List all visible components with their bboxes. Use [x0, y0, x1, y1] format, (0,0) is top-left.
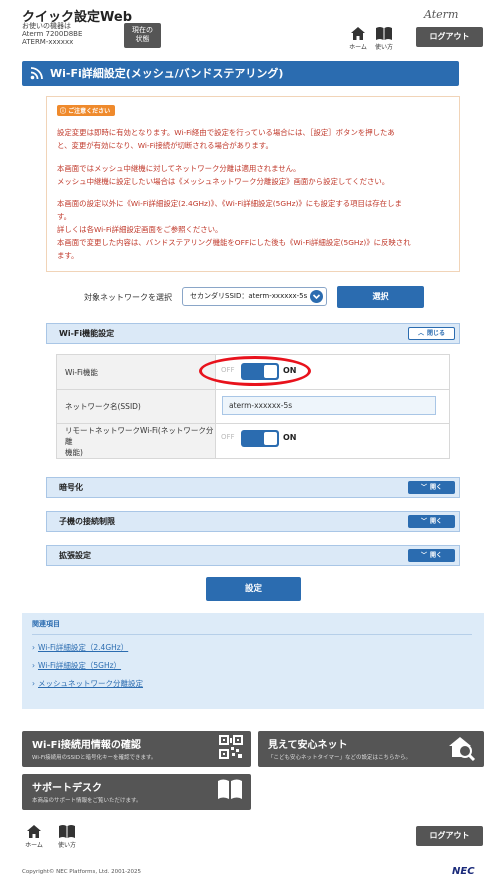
panel-open-button[interactable]: ﹀ 開く [408, 481, 455, 494]
panel-open-button[interactable]: ﹀ 開く [408, 515, 455, 528]
chevron-down-icon: ﹀ [420, 484, 427, 491]
book-icon [218, 779, 242, 799]
help-button[interactable]: 使い方 [372, 26, 396, 51]
divider [32, 634, 472, 635]
footer-home-button[interactable]: ホーム [22, 824, 46, 849]
notice-badge: ⓘ ご注意ください [57, 105, 116, 116]
notice-line: 本画面で変更した内容は、バンドステアリング機能をOFFにした後も《Wi-Fi詳細… [57, 238, 411, 247]
brand-logo: Aterm [424, 8, 459, 21]
home-search-icon [449, 737, 476, 761]
chevron-down-icon: ﹀ [420, 552, 427, 559]
related-link-wifi-5ghz[interactable]: › Wi-Fi詳細設定（5GHz） [32, 660, 121, 671]
notice-box: ⓘ ご注意ください 設定変更は即時に有効となります。Wi-Fi経由で設定を行って… [46, 96, 460, 272]
qr-code-icon [219, 735, 243, 759]
notice-line: と、変更が有効になり、Wi-Fi接続が切断される場合があります。 [57, 141, 273, 150]
section-title-bar: Wi-Fi詳細設定(メッシュ/バンドステアリング) [22, 61, 459, 86]
related-title: 関連項目 [32, 620, 60, 628]
book-icon [59, 825, 75, 838]
ssid-label: ネットワーク名(SSID) [56, 389, 216, 424]
panel-open-button[interactable]: ﹀ 開く [408, 549, 455, 562]
related-link-wifi-24ghz[interactable]: › Wi-Fi詳細設定（2.4GHz） [32, 642, 128, 653]
network-select[interactable]: セカンダリSSID：aterm-xxxxxx-5s [182, 287, 327, 306]
header: クイック設定Web お使いの機器は Aterm 7200D8BE ATERM-x… [0, 0, 500, 56]
nec-logo: NEC [452, 866, 475, 877]
footer-help-button[interactable]: 使い方 [55, 824, 79, 849]
bullet-icon: › [32, 679, 35, 688]
section-title: Wi-Fi詳細設定(メッシュ/バンドステアリング) [50, 67, 284, 80]
mieteanshin-net-card[interactable]: 見えて安心ネット 「こども安心ネットタイマー」などの設定はこちらから。 [258, 731, 484, 767]
notice-line: 本画面ではメッシュ中継機に対してネットワーク分離は適用されません。 [57, 164, 301, 173]
panel-title: Wi-Fi機能設定 [59, 329, 115, 338]
panel-close-button[interactable]: ︿ 閉じる [408, 327, 455, 340]
notice-line: 本画面の設定以外に《Wi-Fi詳細設定(2.4GHz)》、《Wi-Fi詳細設定(… [57, 199, 402, 208]
notice-line: メッシュ中継機に設定したい場合は《メッシュネットワーク分離設定》画面から設定して… [57, 177, 390, 186]
related-link-mesh-isolation[interactable]: › メッシュネットワーク分離設定 [32, 678, 143, 689]
wifi-icon [30, 67, 43, 80]
bullet-icon: › [32, 643, 35, 652]
related-links-box: 関連項目 › Wi-Fi詳細設定（2.4GHz） › Wi-Fi詳細設定（5GHz）… [22, 613, 484, 709]
home-icon [351, 27, 365, 40]
chevron-down-icon [310, 290, 323, 303]
chevron-down-icon: ﹀ [420, 518, 427, 525]
wifi-function-label: Wi-Fi機能 [56, 354, 216, 390]
support-desk-card[interactable]: サポートデスク 本商品のサポート情報をご覧いただけます。 [22, 774, 251, 810]
notice-line: 詳しくは各Wi-Fi詳細設定画面をご参照ください。 [57, 225, 223, 234]
chevron-up-icon: ︿ [417, 330, 424, 337]
bullet-icon: › [32, 661, 35, 670]
info-icon: ⓘ [60, 108, 69, 115]
ssid-input[interactable]: aterm-xxxxxx-5s [222, 396, 436, 415]
home-icon [27, 825, 41, 838]
highlight-circle [199, 356, 311, 386]
encryption-panel-header[interactable]: 暗号化 ﹀ 開く [46, 477, 460, 498]
book-icon [376, 27, 392, 40]
logout-button[interactable]: ログアウト [416, 27, 483, 47]
model-line-2: Aterm 7200D8BE [22, 30, 83, 38]
model-line-3: ATERM-xxxxxx [22, 38, 74, 46]
remote-network-wifi-label: リモートネットワークWi-Fi(ネットワーク分離 機能) [56, 423, 216, 459]
notice-line: 設定変更は即時に有効となります。Wi-Fi経由で設定を行っている場合には、［設定… [57, 128, 395, 137]
client-limit-panel-header[interactable]: 子機の接続制限 ﹀ 開く [46, 511, 460, 532]
select-button[interactable]: 選択 [337, 286, 424, 308]
notice-line: ます。 [57, 251, 79, 260]
current-status-button[interactable]: 現在の 状態 [124, 23, 161, 48]
footer-logout-button[interactable]: ログアウト [416, 826, 483, 846]
notice-line: す。 [57, 212, 72, 221]
wifi-settings-panel-header: Wi-Fi機能設定 ︿ 閉じる [46, 323, 460, 344]
wifi-connection-info-card[interactable]: Wi-Fi接続用情報の確認 Wi-Fi接続用のSSIDと暗号化キーを確認できます… [22, 731, 251, 767]
copyright: Copyright© NEC Platforms, Ltd. 2001-2025 [22, 869, 142, 875]
set-button[interactable]: 設定 [206, 577, 301, 601]
home-button[interactable]: ホーム [346, 26, 370, 51]
extended-settings-panel-header[interactable]: 拡張設定 ﹀ 開く [46, 545, 460, 566]
model-line-1: お使いの機器は [22, 22, 71, 30]
remote-network-wifi-toggle[interactable]: OFF ON [221, 430, 301, 447]
network-select-label: 対象ネットワークを選択 [84, 293, 172, 302]
